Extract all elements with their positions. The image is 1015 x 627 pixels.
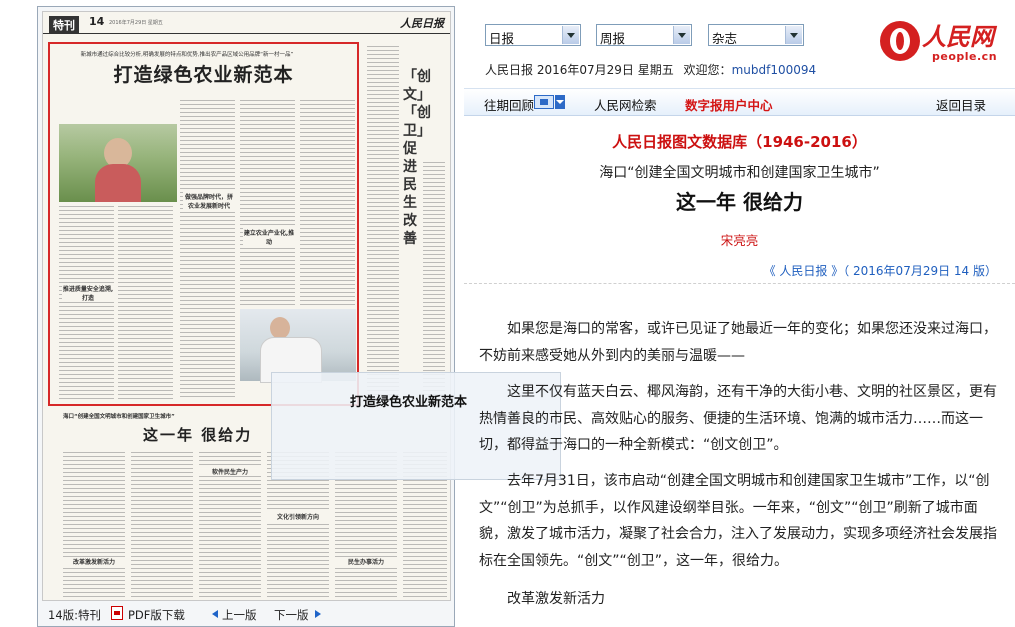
newspaper-header: 特刊 14 2016年7月29日 星期五 人民日报 xyxy=(43,12,450,34)
weekly-select-value: 周报 xyxy=(600,31,626,46)
text-column xyxy=(131,452,193,597)
text-column xyxy=(118,206,173,401)
newspaper-page-number: 14 xyxy=(89,15,105,28)
farm-photo xyxy=(59,124,177,202)
newspaper-masthead: 人民日报 xyxy=(400,17,444,30)
username[interactable]: mubdf100094 xyxy=(732,63,817,77)
pdf-icon xyxy=(111,606,123,620)
divider xyxy=(464,283,1015,284)
current-page-link[interactable]: 14版:特刊 xyxy=(48,607,101,623)
prev-arrow-icon xyxy=(212,610,218,618)
text-column xyxy=(240,100,295,305)
welcome-text: 欢迎您： xyxy=(683,63,732,77)
main-article-kicker: 新城市通过综合比较分析,明确发展的特点和优势,推出农产品区域公用品牌“新一村一品… xyxy=(80,52,294,58)
newspaper-date-line: 2016年7月29日 星期五 xyxy=(109,20,163,26)
paper-date-text: 人民日报 2016年07月29日 星期五 xyxy=(485,63,674,77)
text-column xyxy=(63,452,125,597)
page-navigation: 14版:特刊 PDF版下载 上一版 下一版 xyxy=(42,605,451,623)
nav-user-center[interactable]: 数字报用户中心 xyxy=(685,95,773,114)
lower-article-subhead: 文化引领新方向 xyxy=(267,512,329,521)
article-paragraph: 改革激发新活力 xyxy=(507,591,605,607)
article-author: 宋亮亮 xyxy=(720,233,759,248)
chevron-down-icon xyxy=(673,26,690,44)
nav-back-to-index[interactable]: 返回目录 xyxy=(936,95,986,114)
newspaper-page-image: 特刊 14 2016年7月29日 星期五 人民日报 新城市通过综合比较分析,明确… xyxy=(42,11,451,601)
chevron-down-icon xyxy=(562,26,579,44)
lab-photo xyxy=(240,309,356,383)
top-navbar: 往期回顾 人民网检索 数字报用户中心 返回目录 xyxy=(464,88,1015,116)
chevron-down-icon xyxy=(785,26,802,44)
main-article-subhead: 做强品牌时代，拼农业发展新时代 xyxy=(183,192,235,210)
article-paragraph: 如果您是海口的常客，或许已见证了她最近一年的变化；如果您还没来过海口，不妨前来感… xyxy=(479,321,997,364)
article-subtitle: 海口“创建全国文明城市和创建国家卫生城市” xyxy=(599,165,880,181)
logo-chinese-text: 人民网 xyxy=(922,22,994,51)
prev-page-link[interactable]: 上一版 xyxy=(222,607,257,623)
tooltip-text: 打造绿色农业新范本 xyxy=(350,395,468,410)
main-article-subhead: 建立农业产业化,推动 xyxy=(243,228,295,246)
article-title: 这一年 很给力 xyxy=(676,190,803,214)
calendar-dropdown-icon[interactable] xyxy=(555,95,565,109)
logo-icon xyxy=(880,21,920,61)
logo-english-text: people.cn xyxy=(932,50,998,63)
article-source: 《 人民日报 》（ 2016年07月29日 14 版） xyxy=(763,264,997,278)
nav-history[interactable]: 往期回顾 xyxy=(484,95,534,114)
daily-select[interactable]: 日报 xyxy=(485,24,581,46)
database-title: 人民日报图文数据库（1946-2016） xyxy=(612,133,867,151)
text-column xyxy=(423,162,445,402)
article-paragraph: 这里不仅有蓝天白云、椰风海韵，还有干净的大街小巷、文明的社区景区，更有热情善良的… xyxy=(479,384,997,453)
main-article-region[interactable]: 新城市通过综合比较分析,明确发展的特点和优势,推出农产品区域公用品牌“新一村一品… xyxy=(48,42,359,406)
pdf-download-link[interactable]: PDF版下载 xyxy=(128,607,185,623)
text-column xyxy=(180,100,235,400)
text-column xyxy=(367,46,399,402)
article-paragraph: 去年7月31日，该市启动“创建全国文明城市和创建国家卫生城市”工作，以“创文”“… xyxy=(479,473,997,569)
weekly-select[interactable]: 周报 xyxy=(596,24,692,46)
lower-article-subhead: 改革激发新活力 xyxy=(63,557,125,566)
lower-article-headline[interactable]: 这一年 很给力 xyxy=(143,424,252,445)
lower-article-kicker: 海口“创建全国文明城市和创建国家卫生城市” xyxy=(63,414,175,420)
people-cn-logo[interactable]: 人民网 people.cn xyxy=(878,17,1010,65)
user-info-line: 人民日报 2016年07月29日 星期五 欢迎您：mubdf100094 xyxy=(485,61,816,78)
newspaper-section-tag: 特刊 xyxy=(49,16,79,34)
newspaper-panel: 特刊 14 2016年7月29日 星期五 人民日报 新城市通过综合比较分析,明确… xyxy=(37,6,455,627)
daily-select-value: 日报 xyxy=(489,31,515,46)
text-column xyxy=(300,100,355,305)
magazine-select-value: 杂志 xyxy=(712,31,738,46)
nav-search[interactable]: 人民网检索 xyxy=(594,95,657,114)
side-article-region[interactable]: 「创文」「创卫」促进民生改善 xyxy=(365,42,447,406)
lower-article-subhead: 民生办事活力 xyxy=(335,557,397,566)
next-arrow-icon xyxy=(315,610,321,618)
text-column xyxy=(59,206,114,401)
calendar-icon[interactable] xyxy=(534,95,554,109)
main-article-subhead: 推进质量安全追溯,打造 xyxy=(62,284,114,302)
lower-article-subhead: 软件民生产力 xyxy=(199,467,261,476)
magazine-select[interactable]: 杂志 xyxy=(708,24,804,46)
main-article-headline: 打造绿色农业新范本 xyxy=(113,64,294,86)
side-article-headline: 「创文」「创卫」促进民生改善 xyxy=(403,69,431,247)
next-page-link[interactable]: 下一版 xyxy=(274,607,309,623)
